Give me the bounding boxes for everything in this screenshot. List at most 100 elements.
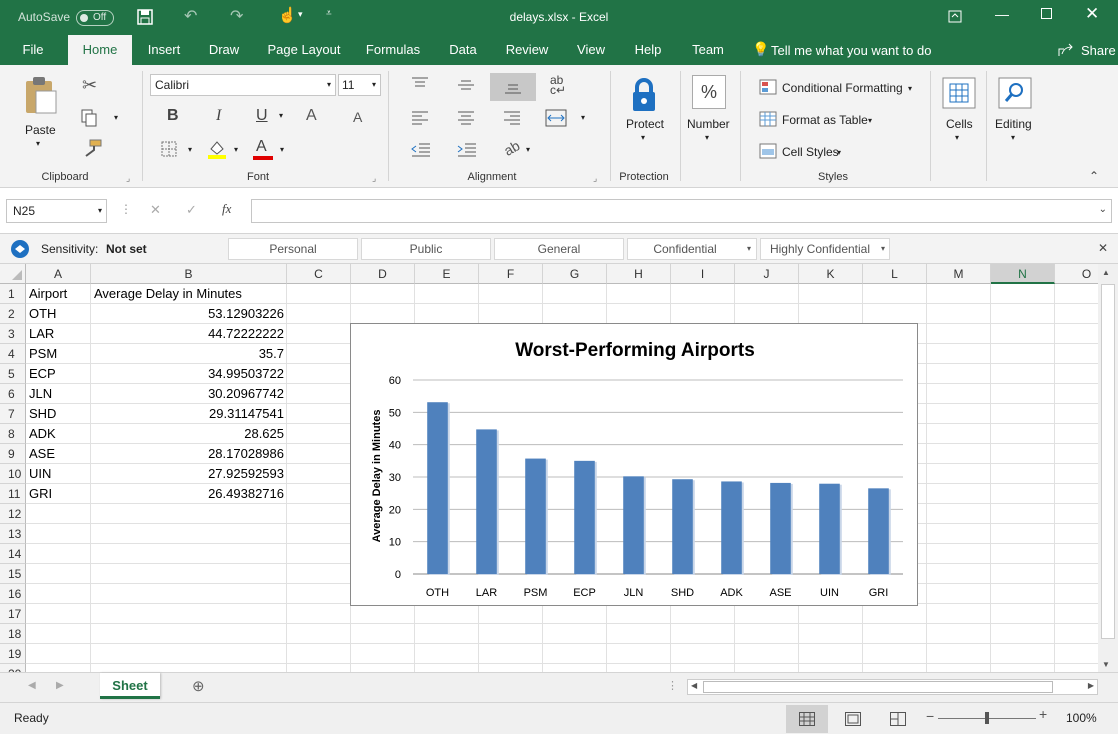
- paste-icon[interactable]: [22, 75, 58, 115]
- paste-dropdown-icon[interactable]: ▾: [36, 139, 40, 148]
- cell-b3[interactable]: 44.72222222: [91, 324, 287, 344]
- scroll-thumb[interactable]: [1101, 284, 1115, 639]
- decrease-indent-icon[interactable]: [411, 143, 431, 157]
- shrink-font-button[interactable]: A: [353, 109, 362, 125]
- middle-align-icon[interactable]: [457, 79, 475, 91]
- normal-view-button[interactable]: [786, 705, 828, 733]
- cell-a2[interactable]: OTH: [26, 304, 91, 324]
- borders-dropdown-icon[interactable]: ▾: [188, 145, 192, 154]
- scroll-left-icon[interactable]: ◀: [691, 681, 697, 690]
- protect-button[interactable]: Protect: [626, 117, 664, 131]
- zoom-in-icon[interactable]: +: [1039, 706, 1047, 722]
- cell-a4[interactable]: PSM: [26, 344, 91, 364]
- percent-icon[interactable]: %: [692, 75, 726, 109]
- copy-icon[interactable]: [80, 109, 98, 127]
- tell-me-box[interactable]: Tell me what you want to do: [771, 43, 931, 58]
- select-all-corner[interactable]: [0, 264, 26, 284]
- protect-dropdown-icon[interactable]: ▾: [641, 133, 645, 142]
- format-as-table-button[interactable]: Format as Table: [782, 113, 868, 127]
- column-header-o[interactable]: O: [1055, 264, 1098, 284]
- cell-b2[interactable]: 53.12903226: [91, 304, 287, 324]
- cell-b4[interactable]: 35.7: [91, 344, 287, 364]
- scroll-right-icon[interactable]: ▶: [1088, 681, 1094, 690]
- chart[interactable]: Worst-Performing Airports Average Delay …: [350, 323, 918, 606]
- share-icon[interactable]: [1058, 43, 1074, 57]
- fill-color-dropdown-icon[interactable]: ▾: [234, 145, 238, 154]
- page-layout-view-icon[interactable]: [845, 712, 861, 726]
- scroll-down-icon[interactable]: ▼: [1102, 660, 1110, 669]
- borders-icon[interactable]: [161, 141, 177, 157]
- font-launcher-icon[interactable]: ⌟: [372, 173, 376, 184]
- ribbon-display-icon[interactable]: [948, 10, 962, 23]
- increase-indent-icon[interactable]: [457, 143, 477, 157]
- cell-b1[interactable]: Average Delay in Minutes: [91, 284, 287, 304]
- page-break-view-icon[interactable]: [890, 712, 906, 726]
- minimize-icon[interactable]: —: [995, 6, 1009, 22]
- maximize-icon[interactable]: [1041, 8, 1052, 19]
- row-header-5[interactable]: 5: [0, 364, 26, 384]
- tab-insert[interactable]: Insert: [140, 35, 188, 65]
- tab-review[interactable]: Review: [500, 35, 554, 65]
- hscroll-thumb[interactable]: [703, 681, 1053, 693]
- collapse-ribbon-icon[interactable]: ⌃: [1089, 169, 1099, 183]
- underline-dropdown-icon[interactable]: ▾: [279, 111, 283, 120]
- number-dropdown-icon[interactable]: ▾: [705, 133, 709, 142]
- text-direction-icon[interactable]: ab: [501, 137, 522, 159]
- cell-styles-icon[interactable]: [759, 143, 777, 159]
- cell-b8[interactable]: 28.625: [91, 424, 287, 444]
- tab-data[interactable]: Data: [442, 35, 484, 65]
- row-header-20[interactable]: 20: [0, 664, 26, 672]
- column-header-k[interactable]: K: [799, 264, 863, 284]
- cells-button[interactable]: Cells: [946, 117, 973, 131]
- column-header-d[interactable]: D: [351, 264, 415, 284]
- row-header-9[interactable]: 9: [0, 444, 26, 464]
- tab-formulas[interactable]: Formulas: [360, 35, 426, 65]
- sensitivity-highly-confidential[interactable]: Highly Confidential ▾: [760, 238, 890, 260]
- merge-dropdown-icon[interactable]: ▾: [581, 113, 585, 122]
- cell-b11[interactable]: 26.49382716: [91, 484, 287, 504]
- align-center-icon[interactable]: [457, 111, 475, 125]
- protect-icon[interactable]: [629, 77, 659, 113]
- cell-a7[interactable]: SHD: [26, 404, 91, 424]
- row-header-11[interactable]: 11: [0, 484, 26, 504]
- insert-function-icon[interactable]: fx: [222, 201, 231, 217]
- sensitivity-personal[interactable]: Personal: [228, 238, 358, 260]
- row-header-18[interactable]: 18: [0, 624, 26, 644]
- cell-a5[interactable]: ECP: [26, 364, 91, 384]
- font-size-select[interactable]: 11 ▾: [338, 74, 381, 96]
- editing-button[interactable]: Editing: [995, 117, 1032, 131]
- cell-a10[interactable]: UIN: [26, 464, 91, 484]
- editing-dropdown-icon[interactable]: ▾: [1011, 133, 1015, 142]
- cell-a1[interactable]: Airport: [26, 284, 91, 304]
- font-name-select[interactable]: Calibri ▾: [150, 74, 336, 96]
- cell-a11[interactable]: GRI: [26, 484, 91, 504]
- copy-dropdown-icon[interactable]: ▾: [114, 113, 118, 122]
- cell-b6[interactable]: 30.20967742: [91, 384, 287, 404]
- font-color-icon[interactable]: A: [256, 138, 267, 156]
- paste-button[interactable]: Paste: [25, 123, 56, 137]
- italic-button[interactable]: I: [216, 107, 221, 125]
- sheet-tab[interactable]: Sheet: [100, 673, 160, 699]
- editing-icon[interactable]: [998, 77, 1032, 109]
- row-header-2[interactable]: 2: [0, 304, 26, 324]
- cancel-icon[interactable]: ✕: [150, 202, 161, 218]
- column-header-l[interactable]: L: [863, 264, 927, 284]
- formula-input[interactable]: ⌄: [251, 199, 1112, 223]
- fill-color-icon[interactable]: [207, 139, 227, 159]
- conditional-formatting-button[interactable]: Conditional Formatting: [782, 81, 903, 95]
- orientation-icon[interactable]: ab c↵: [550, 74, 566, 96]
- chevron-down-icon[interactable]: ▾: [868, 116, 872, 125]
- column-header-e[interactable]: E: [415, 264, 479, 284]
- zoom-out-icon[interactable]: −: [926, 708, 934, 724]
- underline-button[interactable]: U: [256, 107, 268, 125]
- row-header-3[interactable]: 3: [0, 324, 26, 344]
- column-header-f[interactable]: F: [479, 264, 543, 284]
- prev-sheet-icon[interactable]: ◀: [28, 680, 36, 691]
- chevron-down-icon[interactable]: ▾: [837, 148, 841, 157]
- cell-a8[interactable]: ADK: [26, 424, 91, 444]
- row-header-19[interactable]: 19: [0, 644, 26, 664]
- sensitivity-public[interactable]: Public: [361, 238, 491, 260]
- column-header-g[interactable]: G: [543, 264, 607, 284]
- column-header-m[interactable]: M: [927, 264, 991, 284]
- number-button[interactable]: Number: [687, 117, 730, 131]
